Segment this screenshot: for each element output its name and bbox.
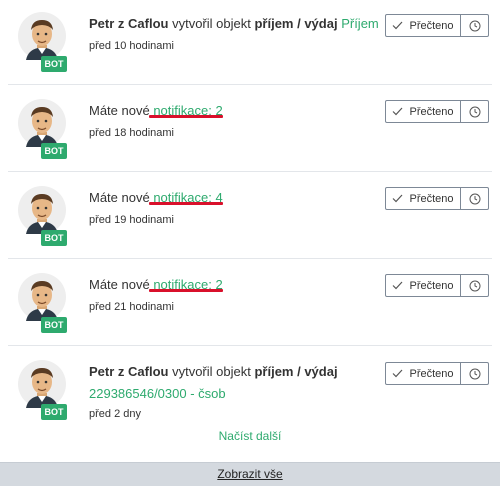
bot-badge: BOT xyxy=(41,317,67,333)
snooze-button[interactable] xyxy=(461,101,488,122)
notification-time: před 2 dny xyxy=(89,408,141,420)
clock-icon xyxy=(469,280,480,291)
mark-read-button[interactable]: Přečteno xyxy=(386,275,461,296)
notification-item[interactable]: BOT Petr z Caflou vytvořil objekt příjem… xyxy=(0,0,500,84)
notification-object-type: příjem / výdaj xyxy=(254,16,338,31)
mark-read-label: Přečteno xyxy=(409,19,454,32)
show-all-link[interactable]: Zobrazit vše xyxy=(217,467,282,481)
notification-time: před 19 hodinami xyxy=(89,214,175,226)
footer-bar: Zobrazit vše xyxy=(0,462,500,486)
check-icon xyxy=(393,21,403,30)
mark-read-label: Přečteno xyxy=(409,367,454,380)
mark-read-button[interactable]: Přečteno xyxy=(386,188,461,209)
notification-actions: Přečteno xyxy=(385,14,489,37)
snooze-button[interactable] xyxy=(461,363,488,384)
check-icon xyxy=(393,194,403,203)
clock-icon xyxy=(469,20,480,31)
notification-prefix: Máte nové xyxy=(89,190,150,205)
notification-time: před 18 hodinami xyxy=(89,127,175,139)
notification-item[interactable]: BOT Máte nové notifikace: 2 před 21 hodi… xyxy=(0,259,500,345)
notification-message: Petr z Caflou vytvořil objekt příjem / v… xyxy=(89,363,369,380)
bot-badge: BOT xyxy=(41,404,67,420)
bot-avatar-icon xyxy=(18,99,66,147)
notification-item[interactable]: BOT Petr z Caflou vytvořil objekt příjem… xyxy=(0,346,500,426)
notification-prefix: Máte nové xyxy=(89,103,150,118)
bot-badge: BOT xyxy=(41,56,67,72)
notification-object-link[interactable]: 229386546/0300 - čsob xyxy=(89,385,226,402)
check-icon xyxy=(393,369,403,378)
mark-read-label: Přečteno xyxy=(409,192,454,205)
clock-icon xyxy=(469,368,480,379)
notification-actions: Přečteno xyxy=(385,362,489,385)
mark-read-label: Přečteno xyxy=(409,279,454,292)
bot-badge: BOT xyxy=(41,143,67,159)
clock-icon xyxy=(469,106,480,117)
clock-icon xyxy=(469,193,480,204)
notification-author[interactable]: Petr z Caflou xyxy=(89,16,168,31)
check-icon xyxy=(393,281,403,290)
link-underline-mark xyxy=(149,115,223,118)
notification-actions: Přečteno xyxy=(385,187,489,210)
notification-time: před 21 hodinami xyxy=(89,301,175,313)
check-icon xyxy=(393,107,403,116)
notification-action: vytvořil objekt xyxy=(172,364,251,379)
mark-read-button[interactable]: Přečteno xyxy=(386,363,461,384)
notification-item[interactable]: BOT Máte nové notifikace: 4 před 19 hodi… xyxy=(0,172,500,258)
snooze-button[interactable] xyxy=(461,188,488,209)
notification-actions: Přečteno xyxy=(385,100,489,123)
notification-actions: Přečteno xyxy=(385,274,489,297)
snooze-button[interactable] xyxy=(461,15,488,36)
link-underline-mark xyxy=(149,289,223,292)
bot-avatar-icon xyxy=(18,12,66,60)
notification-object-type: příjem / výdaj xyxy=(254,364,338,379)
notification-action: vytvořil objekt xyxy=(172,16,251,31)
notification-author[interactable]: Petr z Caflou xyxy=(89,364,168,379)
bot-avatar-icon xyxy=(18,186,66,234)
load-more-link[interactable]: Načíst další xyxy=(0,429,500,443)
bot-badge: BOT xyxy=(41,230,67,246)
notification-item[interactable]: BOT Máte nové notifikace: 2 před 18 hodi… xyxy=(0,85,500,171)
mark-read-button[interactable]: Přečteno xyxy=(386,15,461,36)
snooze-button[interactable] xyxy=(461,275,488,296)
notification-object-link[interactable]: Příjem xyxy=(341,16,379,31)
bot-avatar-icon xyxy=(18,360,66,408)
notification-prefix: Máte nové xyxy=(89,277,150,292)
notification-time: před 10 hodinami xyxy=(89,40,175,52)
mark-read-label: Přečteno xyxy=(409,105,454,118)
notification-message: Petr z Caflou vytvořil objekt příjem / v… xyxy=(89,15,379,32)
bot-avatar-icon xyxy=(18,273,66,321)
link-underline-mark xyxy=(149,202,223,205)
mark-read-button[interactable]: Přečteno xyxy=(386,101,461,122)
